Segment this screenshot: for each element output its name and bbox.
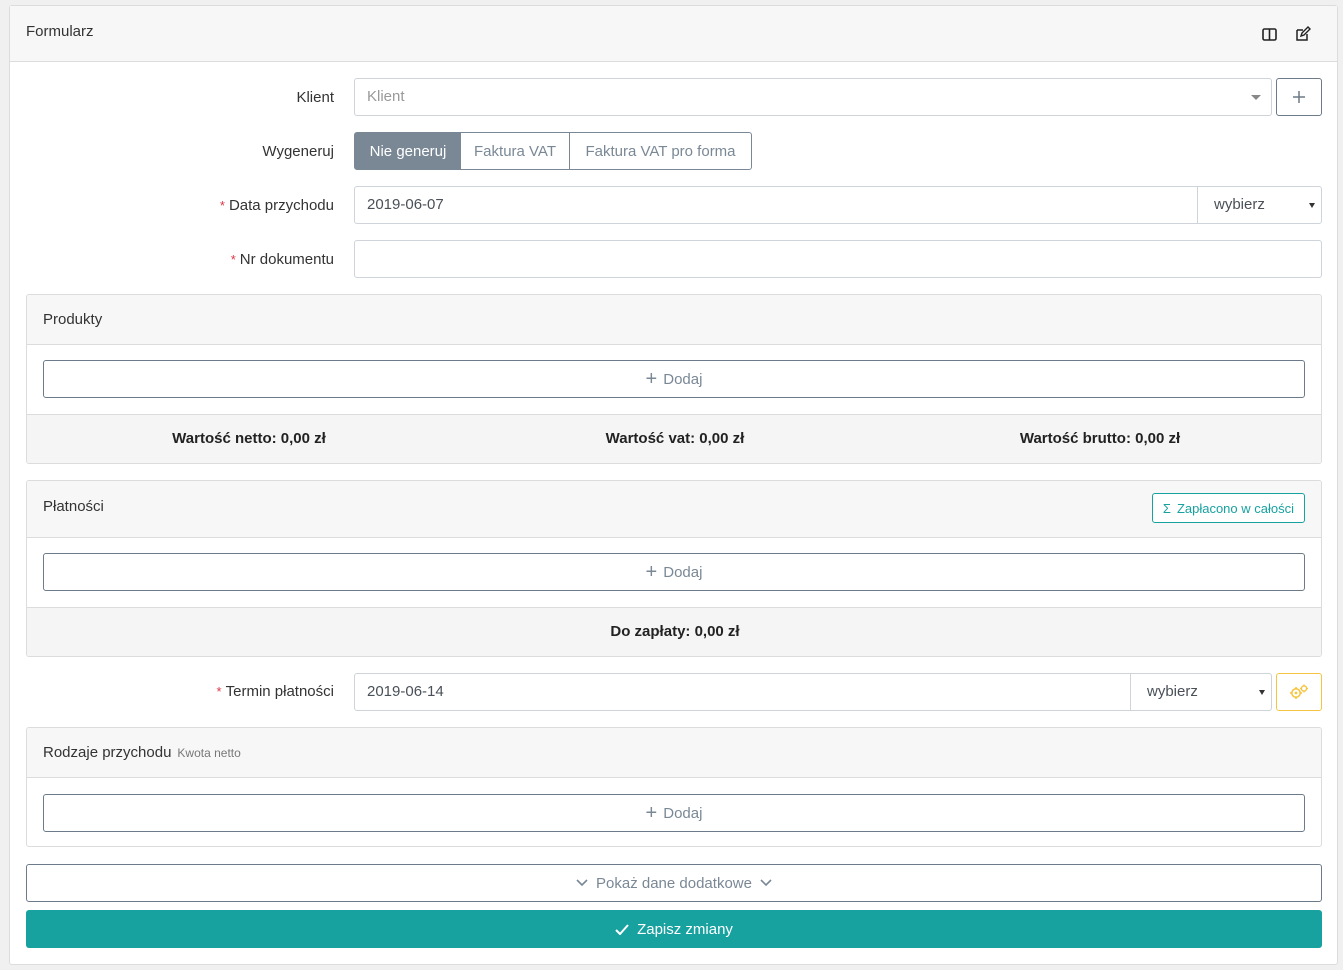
gross-value: Wartość brutto: 0,00 zł	[1019, 430, 1181, 447]
columns-icon[interactable]	[1259, 24, 1279, 44]
products-header: Produkty	[27, 295, 1321, 345]
products-title: Produkty	[43, 311, 103, 328]
save-button[interactable]: Zapisz zmiany	[26, 910, 1322, 948]
income-date-label: * Data przychodu	[160, 197, 334, 214]
check-icon	[615, 923, 629, 935]
income-date-select[interactable]: wybierz	[1197, 186, 1322, 224]
add-payment-button[interactable]: + Dodaj	[43, 553, 1305, 591]
income-types-header: Rodzaje przychodu Kwota netto	[27, 728, 1321, 778]
show-more-label: Pokaż dane dodatkowe	[596, 874, 752, 892]
required-marker: *	[230, 252, 236, 267]
products-panel: Produkty + Dodaj Wartość netto: 0,00 zł …	[26, 294, 1322, 464]
payments-summary: Do zapłaty: 0,00 zł	[27, 607, 1321, 656]
caret-down-icon	[1309, 203, 1315, 208]
income-date-label-text: Data przychodu	[228, 197, 334, 214]
card-header: Formularz	[10, 6, 1337, 62]
plus-icon: +	[645, 802, 658, 824]
option-proforma-invoice[interactable]: Faktura VAT pro forma	[569, 132, 752, 170]
income-date-input[interactable]: 2019-06-07	[354, 186, 1199, 224]
show-more-button[interactable]: Pokaż dane dodatkowe	[26, 864, 1322, 902]
plus-icon: +	[645, 561, 658, 583]
required-marker: *	[219, 198, 225, 213]
income-types-subtitle: Kwota netto	[177, 746, 241, 760]
required-marker: *	[216, 684, 222, 699]
payment-terms-settings-button[interactable]	[1276, 673, 1322, 711]
net-value: Wartość netto: 0,00 zł	[172, 430, 326, 447]
payment-due-input[interactable]: 2019-06-14	[354, 673, 1132, 711]
add-client-button[interactable]	[1276, 78, 1322, 116]
income-date-select-value: wybierz	[1214, 196, 1265, 213]
payment-due-select-value: wybierz	[1147, 683, 1198, 700]
chevron-down-icon	[1251, 95, 1261, 100]
client-label: Klient	[296, 89, 334, 106]
sigma-icon: Σ	[1162, 500, 1171, 516]
income-types-title: Rodzaje przychodu	[43, 744, 172, 761]
doc-number-label: * Nr dokumentu	[160, 251, 334, 268]
save-label: Zapisz zmiany	[637, 920, 733, 938]
client-placeholder: Klient	[367, 88, 405, 105]
to-pay-value: Do zapłaty: 0,00 zł	[610, 623, 740, 640]
card-title: Formularz	[26, 23, 94, 40]
add-product-button[interactable]: + Dodaj	[43, 360, 1305, 398]
paid-in-full-label: Zapłacono w całości	[1176, 500, 1294, 516]
doc-number-input[interactable]	[354, 240, 1322, 278]
caret-down-icon	[1259, 690, 1265, 695]
option-no-generate[interactable]: Nie generuj	[354, 132, 462, 170]
payment-due-label-text: Termin płatności	[225, 683, 334, 700]
edit-icon[interactable]	[1293, 24, 1313, 44]
payments-panel: Płatności Σ Zapłacono w całości + Dodaj …	[26, 480, 1322, 657]
doc-number-label-text: Nr dokumentu	[239, 251, 334, 268]
gears-icon	[1290, 684, 1308, 699]
products-summary: Wartość netto: 0,00 zł Wartość vat: 0,00…	[27, 414, 1321, 463]
plus-icon	[1293, 91, 1305, 103]
generate-label: Wygeneruj	[262, 143, 334, 160]
income-types-panel: Rodzaje przychodu Kwota netto + Dodaj	[26, 727, 1322, 847]
chevron-down-icon	[576, 879, 588, 887]
add-product-label: Dodaj	[663, 370, 703, 388]
form-card: Formularz Klient Klient Wygeneruj Nie ge…	[9, 5, 1338, 965]
vat-value: Wartość vat: 0,00 zł	[605, 430, 745, 447]
add-income-type-button[interactable]: + Dodaj	[43, 794, 1305, 832]
plus-icon: +	[645, 368, 658, 390]
payments-title: Płatności	[43, 498, 104, 515]
payment-due-select[interactable]: wybierz	[1130, 673, 1272, 711]
income-types-title-wrap: Rodzaje przychodu Kwota netto	[43, 744, 241, 761]
chevron-down-icon	[760, 879, 772, 887]
payments-header: Płatności Σ Zapłacono w całości	[27, 481, 1321, 538]
paid-in-full-button[interactable]: Σ Zapłacono w całości	[1151, 493, 1305, 523]
client-select[interactable]: Klient	[354, 78, 1272, 116]
payment-due-label: * Termin płatności	[160, 683, 334, 700]
option-vat-invoice[interactable]: Faktura VAT	[461, 132, 570, 170]
add-payment-label: Dodaj	[663, 563, 703, 581]
add-income-type-label: Dodaj	[663, 804, 703, 822]
